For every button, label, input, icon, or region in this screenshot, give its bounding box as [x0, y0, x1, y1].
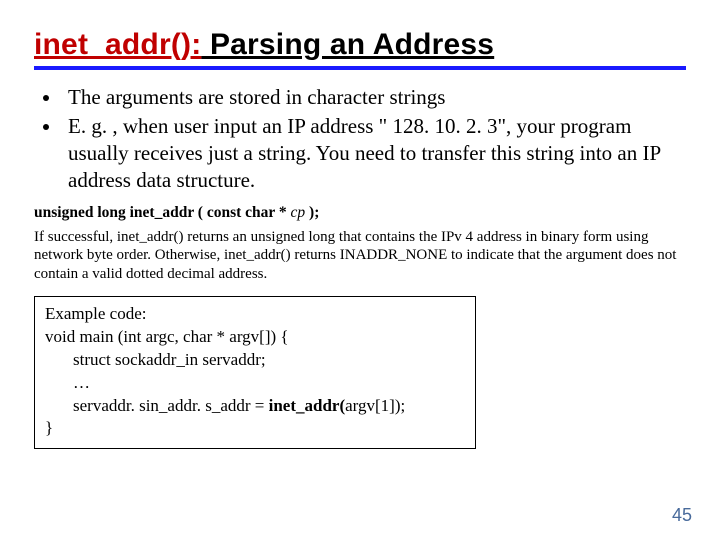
proto-prefix: unsigned long inet_addr ( const char *	[34, 204, 287, 221]
title-rest: Parsing an Address	[201, 28, 494, 61]
bullet-list: The arguments are stored in character st…	[34, 84, 686, 194]
slide: inet_addr(): Parsing an Address The argu…	[0, 0, 720, 540]
code-call: inet_addr(	[269, 396, 346, 415]
code-line: …	[45, 372, 465, 395]
code-line: servaddr. sin_addr. s_addr = inet_addr(a…	[45, 395, 465, 418]
code-line: Example code:	[45, 303, 465, 326]
page-number: 45	[672, 505, 692, 526]
bullet-item: The arguments are stored in character st…	[62, 84, 686, 111]
title-underline: inet_addr(): Parsing an Address	[34, 28, 686, 70]
proto-param: cp	[287, 204, 309, 221]
function-prototype: unsigned long inet_addr ( const char * c…	[34, 204, 686, 222]
slide-title: inet_addr(): Parsing an Address	[34, 28, 686, 62]
bullet-item: E. g. , when user input an IP address " …	[62, 113, 686, 194]
code-line: struct sockaddr_in servaddr;	[45, 349, 465, 372]
description-text: If successful, inet_addr() returns an un…	[34, 228, 686, 284]
code-line: void main (int argc, char * argv[]) {	[45, 326, 465, 349]
code-frag: servaddr. sin_addr. s_addr =	[73, 396, 269, 415]
proto-suffix: );	[309, 204, 319, 221]
example-code-box: Example code: void main (int argc, char …	[34, 296, 476, 450]
title-func: inet_addr():	[34, 28, 201, 61]
code-line: }	[45, 417, 465, 440]
code-frag: argv[1]);	[345, 396, 405, 415]
